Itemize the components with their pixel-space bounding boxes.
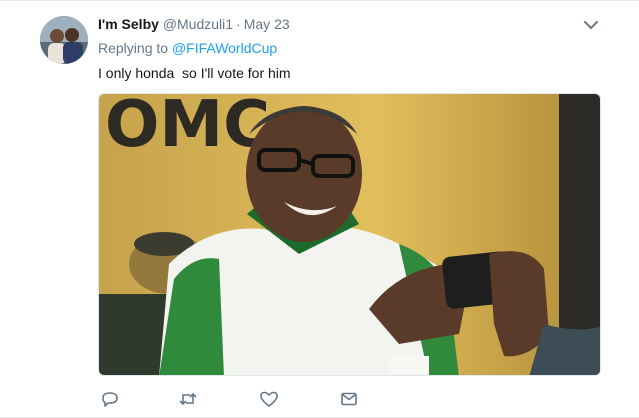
tweet-actions <box>98 389 398 409</box>
direct-message-icon[interactable] <box>339 389 359 409</box>
chevron-down-icon[interactable] <box>582 17 600 33</box>
tweet-photo[interactable]: OMC <box>98 93 601 376</box>
background-sign-text: OMC <box>105 94 270 162</box>
tweet-card[interactable]: I'm Selby @Mudzuli1 · May 23 Replying to @… <box>0 0 639 418</box>
separator-dot: · <box>236 16 241 32</box>
user-handle[interactable]: @Mudzuli1 <box>163 16 233 32</box>
tweet-text: I only honda so I'll vote for him <box>98 65 291 81</box>
reply-icon[interactable] <box>100 389 120 409</box>
avatar[interactable] <box>40 16 88 64</box>
replying-to-label: Replying to <box>98 40 169 56</box>
display-name[interactable]: I'm Selby <box>98 16 159 32</box>
tweet-header: I'm Selby @Mudzuli1 · May 23 <box>98 15 290 33</box>
photo-image: OMC <box>99 94 600 375</box>
timestamp-link[interactable]: May 23 <box>244 16 290 32</box>
retweet-icon[interactable] <box>178 389 198 409</box>
replying-to-line: Replying to @FIFAWorldCup <box>98 39 277 57</box>
replying-to-link[interactable]: @FIFAWorldCup <box>172 40 277 56</box>
avatar-image <box>40 16 88 64</box>
like-icon[interactable] <box>259 389 279 409</box>
